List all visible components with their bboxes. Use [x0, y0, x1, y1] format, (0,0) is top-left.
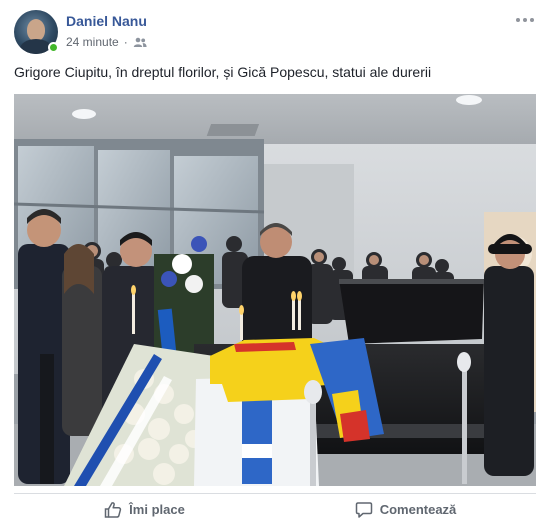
- post-header: Daniel Nanu 24 minute ·: [14, 10, 535, 54]
- comment-button[interactable]: Comentează: [275, 494, 536, 525]
- author-name-link[interactable]: Daniel Nanu: [66, 13, 147, 29]
- post-meta: 24 minute ·: [66, 35, 147, 49]
- thumbs-up-icon: [104, 501, 122, 519]
- online-status-dot: [48, 42, 59, 53]
- like-label: Îmi place: [129, 502, 185, 517]
- comment-label: Comentează: [379, 502, 457, 517]
- post-photo[interactable]: [14, 94, 536, 486]
- facebook-post: Daniel Nanu 24 minute · Grigore Ciupitu,…: [0, 0, 549, 529]
- more-options-icon[interactable]: [515, 12, 535, 26]
- post-text: Grigore Ciupitu, în dreptul florilor, și…: [14, 64, 432, 80]
- post-timestamp[interactable]: 24 minute: [66, 35, 119, 49]
- like-button[interactable]: Îmi place: [14, 494, 275, 525]
- speech-bubble-icon: [355, 501, 373, 519]
- meta-separator: ·: [123, 35, 128, 49]
- author-avatar[interactable]: [14, 10, 59, 54]
- post-action-bar: Îmi place Comentează: [14, 493, 536, 525]
- friends-icon[interactable]: [133, 37, 147, 47]
